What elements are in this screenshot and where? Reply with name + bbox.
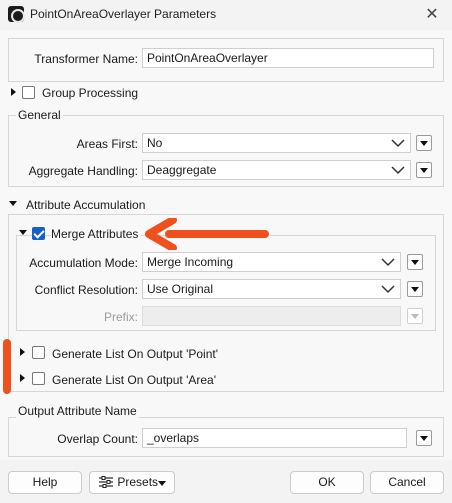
help-button[interactable]: Help [8, 471, 82, 494]
general-title: General [16, 108, 63, 122]
group-processing-label: Group Processing [42, 86, 139, 100]
chevron-down-icon [391, 139, 405, 148]
conflict-resolution-label: Conflict Resolution: [34, 283, 138, 297]
annotation-bar [3, 339, 11, 394]
aggregate-handling-value: Deaggregate [147, 163, 217, 177]
app-icon [8, 6, 25, 23]
accumulation-mode-options-button[interactable] [407, 254, 423, 270]
prefix-input[interactable] [142, 306, 401, 326]
collapse-triangle-icon[interactable] [19, 230, 27, 235]
merge-attributes-checkbox[interactable] [32, 227, 45, 240]
areas-first-select[interactable]: No [142, 133, 411, 153]
conflict-resolution-options-button[interactable] [407, 281, 423, 297]
list-area-checkbox[interactable] [32, 372, 45, 385]
prefix-options-button[interactable] [407, 308, 423, 324]
transformer-name-input[interactable]: PointOnAreaOverlayer [142, 48, 434, 68]
collapse-triangle-icon[interactable] [9, 201, 17, 206]
chevron-down-icon [158, 481, 166, 486]
chevron-down-icon [381, 258, 395, 267]
transformer-name-label: Transformer Name: [34, 52, 138, 66]
areas-first-value: No [147, 136, 163, 150]
conflict-resolution-value: Use Original [147, 282, 214, 296]
overlap-count-label: Overlap Count: [57, 432, 138, 446]
overlap-count-options-button[interactable] [416, 430, 432, 446]
presets-label: Presets [117, 475, 159, 489]
presets-button[interactable]: Presets [89, 471, 175, 494]
group-processing-checkbox[interactable] [22, 86, 35, 99]
list-area-label: Generate List On Output 'Area' [52, 373, 217, 387]
expand-triangle-icon[interactable] [11, 88, 16, 96]
attribute-accumulation-title: Attribute Accumulation [26, 198, 146, 212]
close-icon[interactable]: ✕ [422, 4, 442, 24]
title-bar: PointOnAreaOverlayer Parameters ✕ [0, 0, 452, 30]
aggregate-handling-select[interactable]: Deaggregate [142, 160, 411, 180]
output-attribute-title: Output Attribute Name [16, 404, 139, 418]
merge-attributes-label: Merge Attributes [51, 227, 142, 241]
list-point-checkbox[interactable] [32, 346, 45, 359]
overlap-count-input[interactable]: _overlaps [142, 428, 407, 448]
expand-triangle-icon[interactable] [20, 374, 25, 382]
areas-first-options-button[interactable] [416, 135, 432, 151]
areas-first-label: Areas First: [76, 137, 138, 151]
dialog-content: Transformer Name: PointOnAreaOverlayer G… [0, 30, 452, 460]
ok-button[interactable]: OK [290, 471, 364, 494]
accumulation-mode-value: Merge Incoming [147, 255, 234, 269]
aggregate-handling-label: Aggregate Handling: [28, 164, 138, 178]
accumulation-mode-select[interactable]: Merge Incoming [142, 252, 401, 272]
annotation-arrow-icon [145, 218, 269, 250]
accumulation-mode-label: Accumulation Mode: [29, 256, 138, 270]
conflict-resolution-select[interactable]: Use Original [142, 279, 401, 299]
cancel-button[interactable]: Cancel [370, 471, 444, 494]
list-point-label: Generate List On Output 'Point' [52, 347, 219, 361]
chevron-down-icon [391, 166, 405, 175]
prefix-label: Prefix: [103, 310, 138, 324]
expand-triangle-icon[interactable] [20, 348, 25, 356]
chevron-down-icon [381, 285, 395, 294]
window-title: PointOnAreaOverlayer Parameters [30, 7, 217, 21]
presets-icon [99, 476, 113, 488]
aggregate-handling-options-button[interactable] [416, 162, 432, 178]
